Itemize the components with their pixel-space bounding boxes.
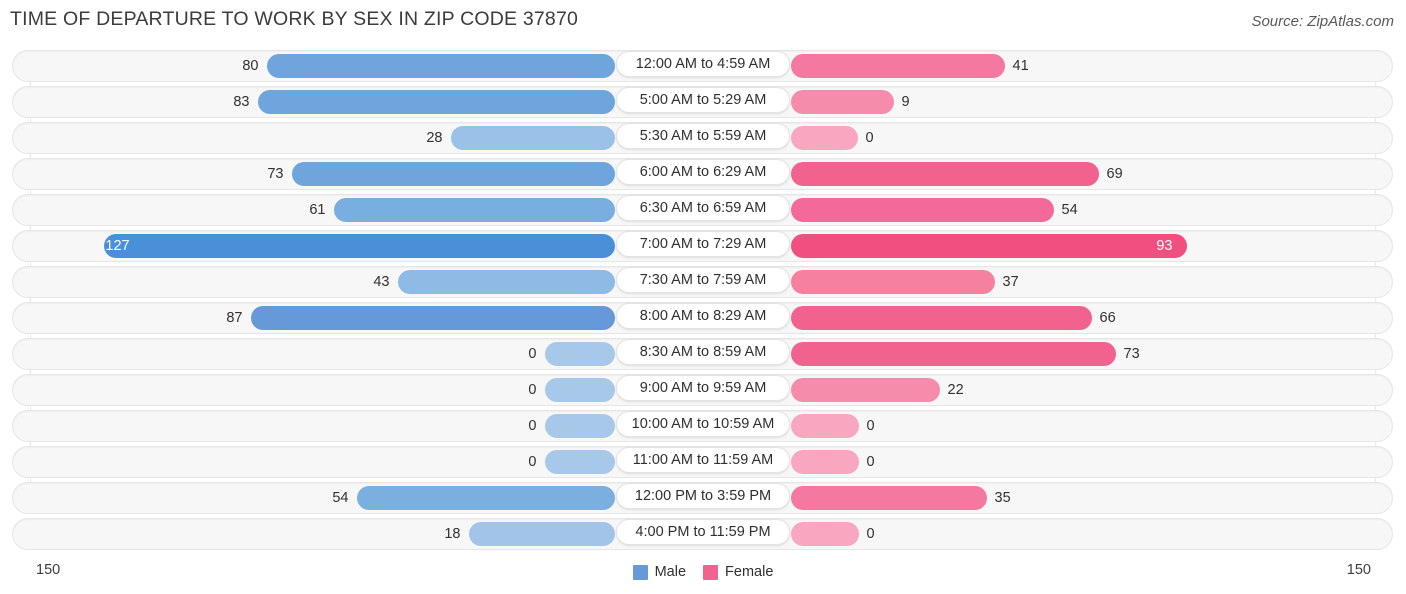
male-bar[interactable]: [544, 450, 615, 474]
female-bar[interactable]: [790, 198, 1054, 222]
male-bar[interactable]: [333, 198, 615, 222]
female-value: 0: [866, 526, 875, 542]
male-bar[interactable]: [544, 378, 615, 402]
male-value: 80: [242, 58, 259, 74]
category-label: 9:00 AM to 9:59 AM: [616, 375, 790, 401]
bar-row: 54 35 12:00 PM to 3:59 PM: [0, 482, 1406, 514]
bar-rows: 80 41 12:00 AM to 4:59 AM 83 9 5:00 AM to 5:2…: [0, 50, 1406, 550]
bar-row: 18 0 4:00 PM to 11:59 PM: [0, 518, 1406, 550]
chart-page: TIME OF DEPARTURE TO WORK BY SEX IN ZIP …: [0, 0, 1406, 594]
female-value: 9: [901, 94, 910, 110]
male-bar[interactable]: [103, 234, 615, 258]
chart-legend: Male Female: [0, 564, 1406, 580]
legend-swatch-icon: [703, 564, 719, 580]
female-value: 22: [947, 382, 964, 398]
category-label: 12:00 AM to 4:59 AM: [616, 51, 790, 77]
bar-row: 61 54 6:30 AM to 6:59 AM: [0, 194, 1406, 226]
female-value: 41: [1012, 58, 1029, 74]
bar-row: 73 69 6:00 AM to 6:29 AM: [0, 158, 1406, 190]
male-bar[interactable]: [544, 342, 615, 366]
female-bar[interactable]: [790, 414, 859, 438]
legend-label: Male: [654, 564, 687, 580]
male-bar[interactable]: [291, 162, 615, 186]
male-value: 18: [444, 526, 461, 542]
category-label: 5:00 AM to 5:29 AM: [616, 87, 790, 113]
category-label: 10:00 AM to 10:59 AM: [616, 411, 790, 437]
male-value: 28: [426, 130, 443, 146]
bar-row: 87 66 8:00 AM to 8:29 AM: [0, 302, 1406, 334]
female-value: 0: [865, 130, 874, 146]
legend-swatch-icon: [632, 564, 648, 580]
category-label: 11:00 AM to 11:59 AM: [616, 447, 790, 473]
male-value: 61: [309, 202, 326, 218]
male-bar[interactable]: [257, 90, 615, 114]
female-bar[interactable]: [790, 378, 940, 402]
category-label: 8:30 AM to 8:59 AM: [616, 339, 790, 365]
female-value: 35: [994, 490, 1011, 506]
male-value: 127: [105, 238, 130, 254]
male-value: 0: [528, 418, 537, 434]
bar-row: 127 93 7:00 AM to 7:29 AM: [0, 230, 1406, 262]
female-value: 0: [866, 418, 875, 434]
female-bar[interactable]: [790, 342, 1116, 366]
male-bar[interactable]: [544, 414, 615, 438]
male-value: 43: [373, 274, 390, 290]
female-value: 73: [1123, 346, 1140, 362]
bar-row: 43 37 7:30 AM to 7:59 AM: [0, 266, 1406, 298]
female-bar[interactable]: [790, 522, 859, 546]
legend-item-female[interactable]: Female: [703, 564, 773, 580]
female-value: 54: [1061, 202, 1078, 218]
female-bar[interactable]: [790, 306, 1092, 330]
female-value: 93: [1156, 238, 1173, 254]
female-bar[interactable]: [790, 270, 995, 294]
legend-item-male[interactable]: Male: [632, 564, 687, 580]
female-value: 66: [1099, 310, 1116, 326]
bar-row: 0 22 9:00 AM to 9:59 AM: [0, 374, 1406, 406]
male-value: 0: [528, 382, 537, 398]
category-label: 6:00 AM to 6:29 AM: [616, 159, 790, 185]
chart-plot-area: 80 41 12:00 AM to 4:59 AM 83 9 5:00 AM to 5:2…: [0, 50, 1406, 556]
female-bar[interactable]: [790, 126, 858, 150]
category-label: 6:30 AM to 6:59 AM: [616, 195, 790, 221]
bar-row: 0 0 10:00 AM to 10:59 AM: [0, 410, 1406, 442]
category-label: 5:30 AM to 5:59 AM: [616, 123, 790, 149]
bar-row: 83 9 5:00 AM to 5:29 AM: [0, 86, 1406, 118]
male-value: 0: [528, 346, 537, 362]
male-bar[interactable]: [266, 54, 615, 78]
female-bar[interactable]: [790, 486, 987, 510]
category-label: 12:00 PM to 3:59 PM: [616, 483, 790, 509]
female-value: 0: [866, 454, 875, 470]
male-value: 73: [267, 166, 284, 182]
bar-row: 80 41 12:00 AM to 4:59 AM: [0, 50, 1406, 82]
female-bar[interactable]: [790, 162, 1099, 186]
bar-row: 28 0 5:30 AM to 5:59 AM: [0, 122, 1406, 154]
legend-label: Female: [725, 564, 774, 580]
male-value: 0: [528, 454, 537, 470]
male-bar[interactable]: [356, 486, 615, 510]
male-value: 54: [332, 490, 349, 506]
female-value: 69: [1106, 166, 1123, 182]
category-label: 7:00 AM to 7:29 AM: [616, 231, 790, 257]
male-bar[interactable]: [250, 306, 615, 330]
male-bar[interactable]: [450, 126, 615, 150]
page-title: TIME OF DEPARTURE TO WORK BY SEX IN ZIP …: [10, 8, 579, 30]
category-label: 4:00 PM to 11:59 PM: [616, 519, 790, 545]
bar-row: 0 0 11:00 AM to 11:59 AM: [0, 446, 1406, 478]
female-value: 37: [1002, 274, 1019, 290]
female-bar[interactable]: [790, 90, 894, 114]
male-value: 87: [226, 310, 243, 326]
female-bar[interactable]: [790, 54, 1005, 78]
male-bar[interactable]: [397, 270, 615, 294]
male-bar[interactable]: [468, 522, 615, 546]
female-bar[interactable]: [790, 234, 1187, 258]
category-label: 8:00 AM to 8:29 AM: [616, 303, 790, 329]
male-value: 83: [233, 94, 250, 110]
bar-row: 0 73 8:30 AM to 8:59 AM: [0, 338, 1406, 370]
source-attribution: Source: ZipAtlas.com: [1251, 13, 1394, 30]
category-label: 7:30 AM to 7:59 AM: [616, 267, 790, 293]
female-bar[interactable]: [790, 450, 859, 474]
